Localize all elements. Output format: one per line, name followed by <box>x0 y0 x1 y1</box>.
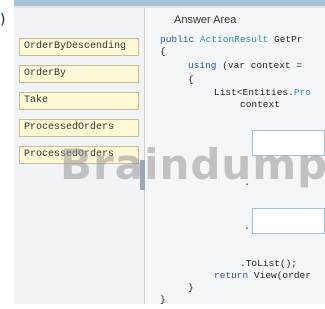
code-type: ActionResult <box>199 34 269 45</box>
code-line-using-brace: { <box>188 74 194 85</box>
code-text: View(order <box>248 270 311 281</box>
code-line-close-brace: } <box>160 294 166 305</box>
code-line-signature: public ActionResult GetPr <box>160 34 303 46</box>
drag-item-take[interactable]: Take <box>19 92 139 110</box>
drop-target-2[interactable] <box>252 208 325 234</box>
code-keyword: using <box>188 60 217 71</box>
stray-parenthesis: ) <box>0 12 6 28</box>
code-line-open-brace: { <box>160 46 166 57</box>
code-text: GetPr <box>268 34 303 45</box>
code-line-return: return View(order <box>214 270 311 282</box>
code-line-using: using (var context = <box>188 60 302 72</box>
code-type: Pro <box>293 87 311 98</box>
code-dot-1: . <box>244 178 251 189</box>
code-text: List<Entities. <box>214 87 294 98</box>
code-keyword: return <box>214 270 249 281</box>
drag-item-processedorders-2[interactable]: ProcessedOrders <box>19 146 139 164</box>
code-line-using-close: } <box>188 282 194 293</box>
source-items-panel: OrderByDescending OrderBy Take Processed… <box>14 8 145 304</box>
drag-item-orderby[interactable]: OrderBy <box>19 65 139 83</box>
code-dot-2: . <box>244 222 251 233</box>
drop-target-1[interactable] <box>252 130 325 156</box>
drag-item-orderbydescending[interactable]: OrderByDescending <box>19 38 139 56</box>
code-line-tolist: .ToList(); <box>240 258 298 269</box>
answer-area-title: Answer Area <box>174 14 237 26</box>
code-line-context: context <box>240 99 280 110</box>
code-keyword: public <box>160 34 200 45</box>
drag-item-processedorders[interactable]: ProcessedOrders <box>19 119 139 137</box>
answer-area-panel: Answer Area <box>145 8 325 304</box>
code-line-list: List<Entities.Pro <box>214 87 311 99</box>
code-text: (var context = <box>216 60 303 71</box>
